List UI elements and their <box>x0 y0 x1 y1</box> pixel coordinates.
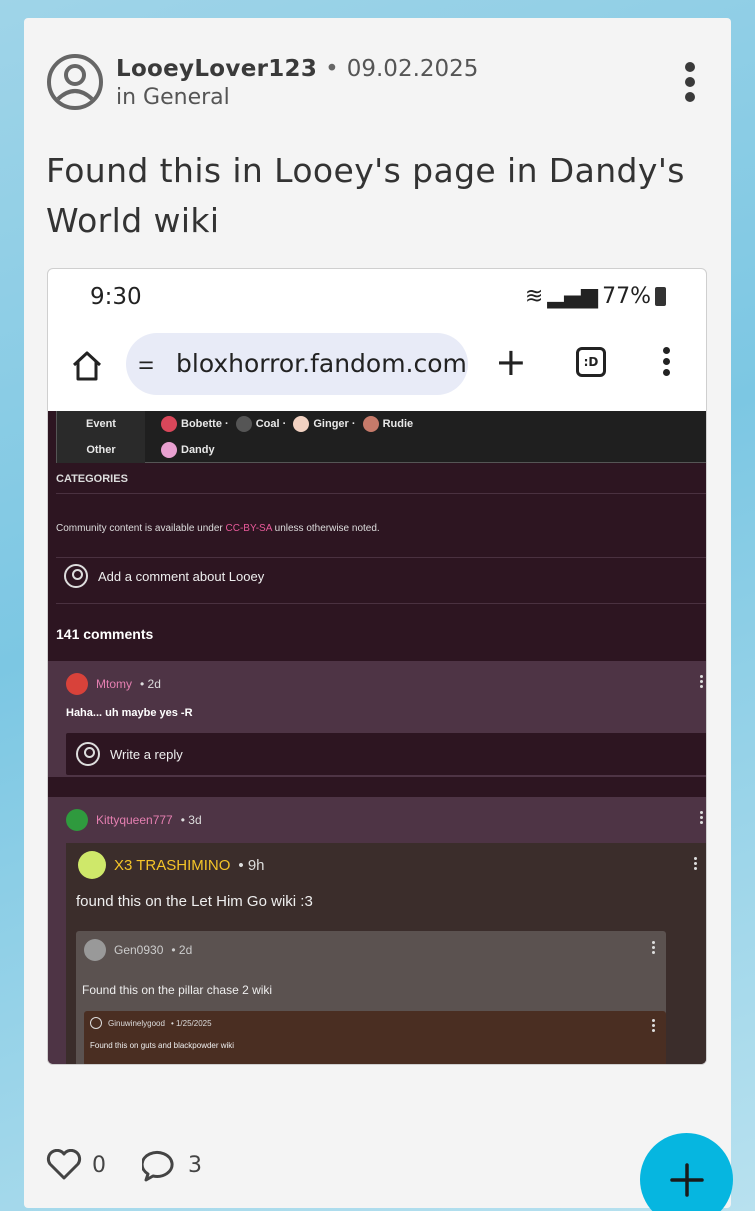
character-icon <box>293 416 310 433</box>
navbox-row-event: Event Bobette · Coal · Ginger · Rudie <box>57 411 706 437</box>
reply-placeholder: Write a reply <box>110 746 183 762</box>
signal-icon: ▂▄▆ <box>547 284 599 309</box>
commenter-avatar <box>78 851 106 879</box>
post-actions: 0 3 <box>46 1148 238 1182</box>
divider <box>56 493 706 494</box>
comment-options-icon <box>700 675 704 690</box>
comment-age: • 1/25/2025 <box>170 1018 212 1028</box>
character-icon <box>362 416 379 433</box>
wifi-icon: ≋ <box>524 284 544 309</box>
post-card: LooeyLover123 • 09.02.2025 in General Foun… <box>24 18 731 1208</box>
navbox-key: Other <box>57 437 145 463</box>
divider <box>56 557 706 558</box>
comment-options-icon <box>700 811 704 826</box>
address-bar: ⚌ bloxhorror.fandom.com <box>126 333 468 395</box>
user-icon <box>90 1017 102 1029</box>
wiki-page: Event Bobette · Coal · Ginger · Rudie Ot… <box>48 411 706 1064</box>
post-username[interactable]: LooeyLover123 <box>116 56 317 82</box>
navbox-value: Bobette <box>181 418 222 430</box>
commenter-avatar <box>66 809 88 831</box>
navbox-value: Rudie <box>382 418 414 430</box>
like-count: 0 <box>92 1152 106 1178</box>
phone-status-bar: 9:30 ≋ ▂▄▆ 77% <box>48 269 706 329</box>
comment-options-icon <box>652 941 656 956</box>
status-time: 9:30 <box>90 284 142 310</box>
comment: Mtomy • 2d Haha... uh maybe yes -R Write… <box>48 661 706 777</box>
character-icon <box>161 416 177 433</box>
navbox-table: Event Bobette · Coal · Ginger · Rudie Ot… <box>56 411 706 463</box>
navbox-value: Coal <box>255 418 280 430</box>
post-date: 09.02.2025 <box>346 56 479 82</box>
reply-box: Write a reply <box>66 733 706 775</box>
tab-switcher-icon: :D <box>576 347 606 377</box>
navbox-key: Event <box>57 411 145 437</box>
comment-age: • 3d <box>180 813 202 827</box>
comment-options-icon <box>652 1019 656 1034</box>
site-settings-icon: ⚌ <box>138 353 155 374</box>
comment-text: found this on the Let Him Go wiki :3 <box>76 893 313 910</box>
commenter-name: X3 TRASHIMINO <box>114 856 231 874</box>
comment-count: 141 comments <box>56 626 154 642</box>
commenter-name: Mtomy <box>96 677 132 691</box>
comment-count-label: 3 <box>188 1152 202 1178</box>
comment-age: • 9h <box>238 856 265 874</box>
address-url: bloxhorror.fandom.com <box>176 349 467 378</box>
comment-age: • 2d <box>171 943 193 957</box>
post-image[interactable]: 9:30 ≋ ▂▄▆ 77% ⚌ bloxhorror.fandom.com +… <box>47 268 707 1065</box>
user-icon <box>76 742 100 766</box>
add-comment-label: Add a comment about Looey <box>98 568 265 584</box>
navbox-value: Dandy <box>181 444 215 456</box>
comment-icon <box>142 1150 174 1182</box>
comment-text: Found this on guts and blackpowder wiki <box>90 1041 235 1050</box>
browser-toolbar: ⚌ bloxhorror.fandom.com + :D <box>48 329 706 411</box>
post-category[interactable]: in General <box>116 85 478 110</box>
plus-icon <box>669 1162 704 1197</box>
post-meta: LooeyLover123 • 09.02.2025 in General <box>116 55 478 110</box>
comment: Kittyqueen777 • 3d X3 TRASHIMINO • 9h fo… <box>48 797 706 1064</box>
like-button[interactable]: 0 <box>46 1149 106 1181</box>
character-icon <box>161 442 177 459</box>
user-avatar-icon[interactable] <box>46 53 104 111</box>
embedded-image: X3 TRASHIMINO • 9h found this on the Let… <box>66 843 706 1064</box>
comment-text: Haha... uh maybe yes -R <box>66 707 193 719</box>
home-icon <box>72 351 102 381</box>
embedded-comment: Gen0930 • 2d Found this on the pillar ch… <box>76 931 666 1064</box>
comment-text: Found this on the pillar chase 2 wiki <box>82 983 273 997</box>
commenter-name: Kittyqueen777 <box>96 813 173 827</box>
comment-button[interactable]: 3 <box>142 1148 202 1182</box>
new-tab-icon: + <box>495 340 527 384</box>
user-icon <box>64 564 88 588</box>
character-icon <box>235 416 252 433</box>
browser-menu-icon <box>663 347 671 380</box>
comment-options-icon <box>694 857 698 872</box>
divider <box>56 603 706 604</box>
battery-percent: 77% <box>602 284 651 309</box>
categories-label: CATEGORIES <box>56 473 128 485</box>
comment-age: • 2d <box>140 677 161 691</box>
meta-separator: • <box>325 56 339 82</box>
post-options-icon[interactable] <box>680 62 700 102</box>
navbox-value: Ginger <box>313 418 349 430</box>
navbox-row-other: Other Dandy <box>57 437 706 463</box>
navbox-values: Dandy <box>157 437 215 463</box>
battery-icon <box>655 287 666 306</box>
embedded-comment: Ginuwinelygood • 1/25/2025 Found this on… <box>84 1011 666 1064</box>
heart-icon <box>46 1149 82 1180</box>
commenter-avatar <box>66 673 88 695</box>
commenter-avatar <box>84 939 106 961</box>
commenter-name: Ginuwinelygood <box>108 1018 165 1028</box>
add-comment-prompt: Add a comment about Looey <box>64 564 264 588</box>
commenter-name: Gen0930 <box>114 943 164 957</box>
navbox-values: Bobette · Coal · Ginger · Rudie <box>157 411 413 437</box>
post-title: Found this in Looey's page in Dandy's Wo… <box>46 151 685 240</box>
license-text: Community content is available under CC-… <box>56 523 380 534</box>
